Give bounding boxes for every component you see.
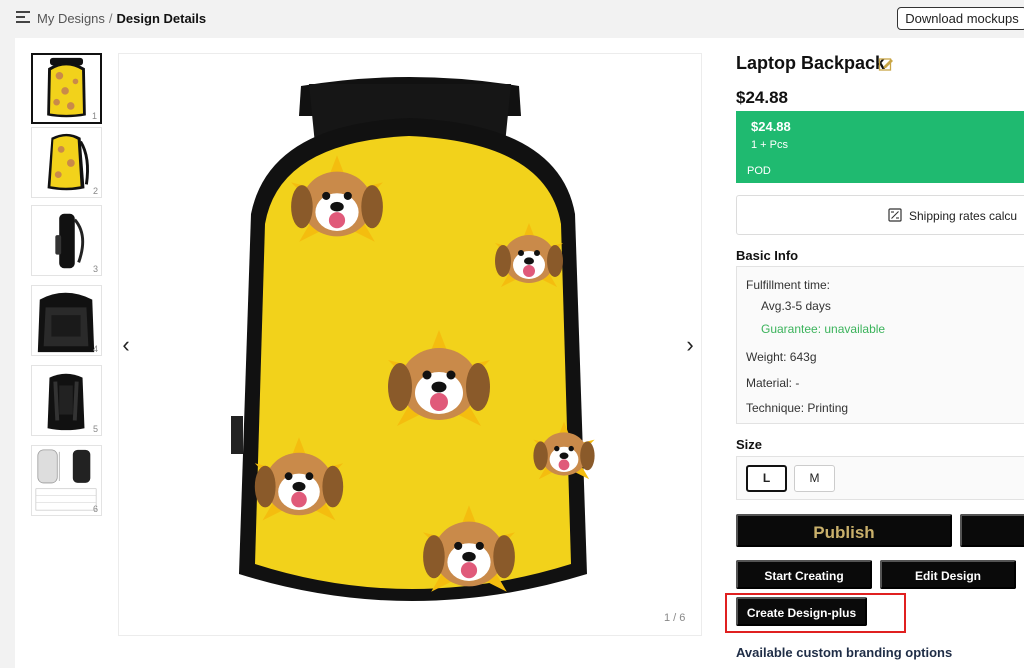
guarantee-status: Guarantee: unavailable xyxy=(761,322,886,336)
size-selector: L M xyxy=(736,456,1024,500)
backpack-main-image xyxy=(231,77,595,601)
edit-icon[interactable] xyxy=(878,56,894,72)
backpack-inside-thumb-image xyxy=(37,292,95,353)
chevron-right-icon[interactable]: › xyxy=(680,334,700,356)
secondary-action-button[interactable] xyxy=(960,514,1024,547)
top-bar: My Designs / Design Details Download mocku… xyxy=(0,0,1024,38)
backpack-angle-thumb-image xyxy=(47,133,89,191)
price-tier-card[interactable]: $24.88 1 + Pcs POD xyxy=(736,111,1024,183)
thumbnail-6[interactable]: 6 xyxy=(31,445,102,516)
technique-value: Technique: Printing xyxy=(746,401,849,415)
material-value: Material: - xyxy=(746,376,800,390)
breadcrumb-parent[interactable]: My Designs xyxy=(37,11,105,26)
backpack-side-thumb-image xyxy=(55,213,85,269)
shipping-rates-label: Shipping rates calcu xyxy=(909,209,1018,223)
breadcrumb: My Designs / Design Details xyxy=(37,11,206,26)
fulfillment-value: Avg.3-5 days xyxy=(761,299,831,313)
thumbnail-2[interactable]: 2 xyxy=(31,127,102,198)
tier-label: POD xyxy=(747,165,771,177)
breadcrumb-current: Design Details xyxy=(116,11,207,26)
publish-button[interactable]: Publish xyxy=(736,514,952,547)
start-creating-button[interactable]: Start Creating xyxy=(736,560,872,589)
image-counter: 1 / 6 xyxy=(664,612,686,624)
thumbnail-number: 2 xyxy=(92,186,98,196)
thumbnail-4[interactable]: 4 xyxy=(31,285,102,356)
edit-design-button[interactable]: Edit Design xyxy=(880,560,1016,589)
thumbnail-1[interactable]: 1 xyxy=(31,53,102,124)
basic-info-heading: Basic Info xyxy=(736,248,799,263)
breadcrumb-separator: / xyxy=(108,11,113,26)
shipping-rates-button[interactable]: Shipping rates calcu xyxy=(736,195,1024,235)
menu-collapse-icon[interactable] xyxy=(16,11,30,23)
thumbnail-5[interactable]: 5 xyxy=(31,365,102,436)
product-title: Laptop Backpack xyxy=(736,53,886,73)
highlight-box xyxy=(725,593,906,633)
size-heading: Size xyxy=(736,437,763,452)
thumbnail-number: 3 xyxy=(92,264,98,274)
product-image-viewer xyxy=(118,53,702,636)
size-option-m[interactable]: M xyxy=(794,465,835,492)
chevron-left-icon[interactable]: ‹ xyxy=(116,334,136,356)
thumbnail-number: 5 xyxy=(92,424,98,434)
size-chart-thumb-image xyxy=(35,449,97,511)
thumbnail-number: 1 xyxy=(91,111,97,121)
tier-quantity: 1 + Pcs xyxy=(751,139,788,151)
backpack-front-thumb-image xyxy=(47,57,86,118)
thumbnail-3[interactable]: 3 xyxy=(31,205,102,276)
download-mockups-button[interactable]: Download mockups xyxy=(897,7,1024,30)
product-price: $24.88 xyxy=(736,88,788,107)
thumbnail-number: 4 xyxy=(92,344,98,354)
backpack-back-thumb-image xyxy=(47,373,85,431)
weight-value: Weight: 643g xyxy=(746,350,817,364)
basic-info-box: Fulfillment time: Avg.3-5 days Guarantee… xyxy=(736,266,1024,424)
fulfillment-label: Fulfillment time: xyxy=(746,278,831,292)
size-option-l[interactable]: L xyxy=(746,465,787,492)
tier-price: $24.88 xyxy=(751,119,791,134)
thumbnail-number: 6 xyxy=(92,504,98,514)
branding-options-heading: Available custom branding options xyxy=(736,645,953,660)
calculator-icon xyxy=(888,208,902,222)
